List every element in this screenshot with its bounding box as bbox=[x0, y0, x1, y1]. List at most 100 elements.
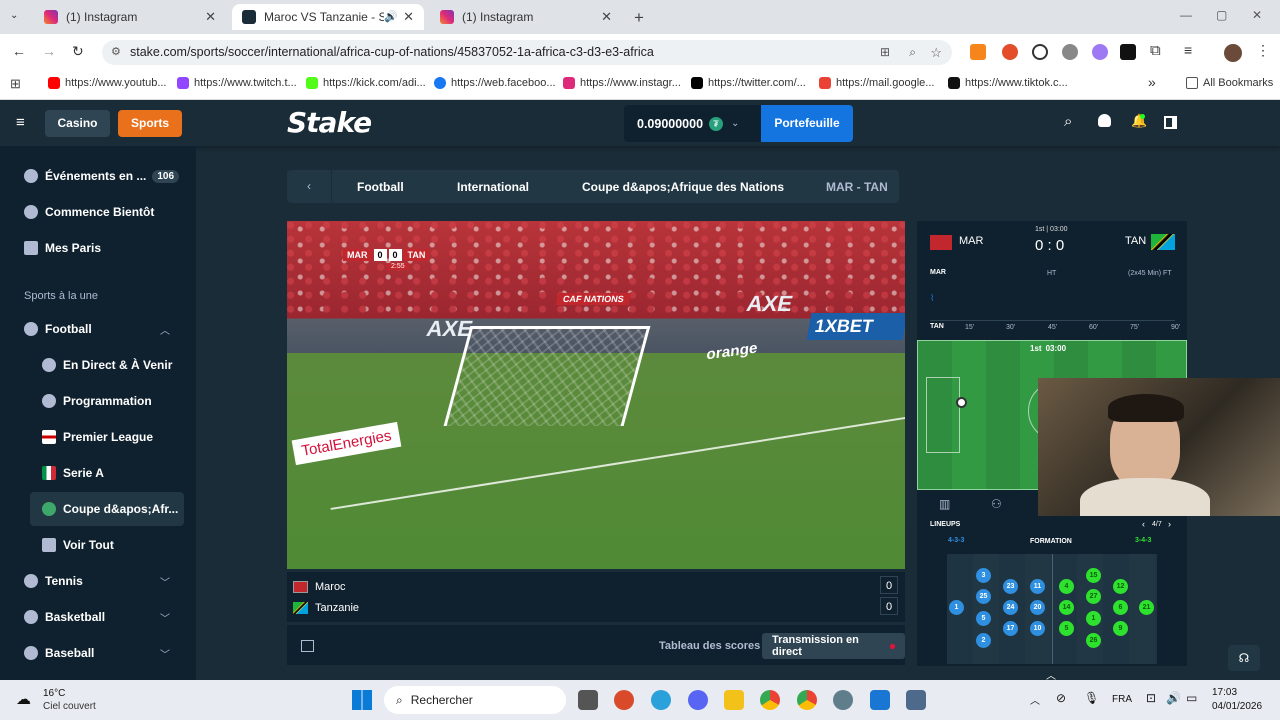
player-home[interactable]: 20 bbox=[1030, 600, 1045, 615]
sidebar-sub-afcon[interactable]: Coupe d&apos;Afr... bbox=[42, 502, 178, 516]
back-icon[interactable]: ← bbox=[12, 43, 26, 59]
zoom-icon[interactable]: ⌕ bbox=[909, 40, 916, 65]
user-icon[interactable] bbox=[1098, 114, 1111, 127]
player-away[interactable]: 26 bbox=[1086, 633, 1101, 648]
sidebar-sub-schedule[interactable]: Programmation bbox=[42, 394, 152, 408]
player-away[interactable]: 1 bbox=[1086, 611, 1101, 626]
site-info-icon[interactable]: ⚙ bbox=[111, 40, 121, 65]
media-icon[interactable]: ≡ bbox=[1184, 42, 1192, 58]
metamask-icon[interactable] bbox=[970, 44, 986, 60]
sidebar-sub-live-upcoming[interactable]: En Direct & À Venir bbox=[42, 358, 172, 372]
extension-icon[interactable] bbox=[1062, 44, 1078, 60]
apps-icon[interactable]: ⊞ bbox=[10, 76, 21, 92]
betslip-icon[interactable] bbox=[1164, 116, 1177, 129]
bookmark-facebook[interactable]: https://web.faceboo... bbox=[434, 77, 556, 89]
tab-scoreboard[interactable]: Tableau des scores bbox=[653, 633, 766, 659]
player-home[interactable]: 25 bbox=[976, 589, 991, 604]
wifi-off-icon[interactable]: ⊘ bbox=[1056, 691, 1066, 705]
tab-live-stream[interactable]: Transmission en direct bbox=[762, 633, 905, 659]
sports-button[interactable]: Sports bbox=[118, 110, 182, 137]
player-away[interactable]: 15 bbox=[1086, 568, 1101, 583]
prev-icon[interactable]: ‹ bbox=[1142, 519, 1145, 529]
player-home[interactable]: 24 bbox=[1003, 600, 1018, 615]
avatar[interactable] bbox=[1224, 44, 1242, 62]
sidebar-item-baseball[interactable]: Baseball bbox=[24, 646, 94, 660]
player-home[interactable]: 5 bbox=[976, 611, 991, 626]
player-away[interactable]: 14 bbox=[1059, 600, 1074, 615]
weather-icon[interactable]: ☁ bbox=[16, 690, 31, 708]
task-view-icon[interactable] bbox=[578, 690, 598, 710]
chevron-down-icon[interactable]: ﹀ bbox=[160, 646, 170, 661]
player-away[interactable]: 4 bbox=[1059, 579, 1074, 594]
player-home[interactable]: 17 bbox=[1003, 621, 1018, 636]
player-away[interactable]: 5 bbox=[1059, 621, 1074, 636]
extension-icon[interactable] bbox=[1032, 44, 1048, 60]
player-home[interactable]: 1 bbox=[949, 600, 964, 615]
close-icon[interactable]: ✕ bbox=[205, 9, 216, 25]
player-away[interactable]: 12 bbox=[1113, 579, 1128, 594]
windows-start-icon[interactable] bbox=[352, 690, 372, 710]
player-away[interactable]: 27 bbox=[1086, 589, 1101, 604]
breadcrumb-afcon[interactable]: Coupe d&apos;Afrique des Nations bbox=[582, 180, 784, 194]
breadcrumb-international[interactable]: International bbox=[457, 180, 529, 194]
sidebar-sub-serie-a[interactable]: Serie A bbox=[42, 466, 104, 480]
tab-instagram-1[interactable]: (1) Instagram ✕ bbox=[34, 4, 226, 30]
bookmark-gmail[interactable]: https://mail.google... bbox=[819, 77, 934, 89]
tab-stake[interactable]: Maroc VS Tanzanie - Stake.c 🔊 ✕ bbox=[232, 4, 424, 30]
player-home[interactable]: 23 bbox=[1003, 579, 1018, 594]
sidebar-item-live[interactable]: Événements en ... 106 bbox=[24, 169, 180, 183]
sidebar-sub-premier-league[interactable]: Premier League bbox=[42, 430, 153, 444]
live-video-player[interactable]: MAR 0 0 TAN 2:55 CAF NATIONS AXE AXE ora… bbox=[287, 221, 905, 569]
search-icon[interactable]: ⌕ bbox=[1064, 113, 1072, 130]
maximize-icon[interactable]: ▢ bbox=[1216, 8, 1227, 22]
back-chevron-icon[interactable]: ‹ bbox=[287, 170, 332, 203]
player-home[interactable]: 11 bbox=[1030, 579, 1045, 594]
bookmark-tiktok[interactable]: https://www.tiktok.c... bbox=[948, 77, 1068, 89]
all-bookmarks[interactable]: All Bookmarks bbox=[1186, 77, 1273, 89]
chrome-icon[interactable] bbox=[797, 690, 817, 710]
telegram-icon[interactable] bbox=[651, 690, 671, 710]
network-icon[interactable]: ⊡ bbox=[1146, 691, 1156, 705]
reload-icon[interactable]: ↻ bbox=[72, 43, 84, 60]
discord-icon[interactable] bbox=[688, 690, 708, 710]
stake-logo[interactable]: Stake bbox=[287, 106, 372, 139]
calculator-icon[interactable] bbox=[906, 690, 926, 710]
chevron-down-icon[interactable]: ﹀ bbox=[160, 574, 170, 589]
pip-icon[interactable] bbox=[301, 640, 314, 652]
player-home[interactable]: 10 bbox=[1030, 621, 1045, 636]
sidebar-item-my-bets[interactable]: Mes Paris bbox=[24, 241, 101, 255]
sidebar-item-tennis[interactable]: Tennis bbox=[24, 574, 83, 588]
url-bar[interactable]: ⚙ stake.com/sports/soccer/international/… bbox=[102, 40, 952, 65]
volume-icon[interactable]: 🔊 bbox=[1166, 691, 1181, 705]
extension-icon[interactable] bbox=[1120, 44, 1136, 60]
bookmark-kick[interactable]: https://kick.com/adi... bbox=[306, 77, 426, 89]
player-home[interactable]: 3 bbox=[976, 568, 991, 583]
extension-icon[interactable] bbox=[1002, 44, 1018, 60]
chevron-down-icon[interactable]: ﹀ bbox=[160, 610, 170, 625]
chevron-up-icon[interactable]: ︿ bbox=[160, 322, 170, 337]
tab-search-icon[interactable]: ⌄ bbox=[10, 10, 18, 21]
language-indicator[interactable]: FRA bbox=[1112, 694, 1132, 705]
app-icon[interactable] bbox=[614, 690, 634, 710]
menu-icon[interactable]: ⋮ bbox=[1256, 42, 1270, 59]
balance-selector[interactable]: 0.09000000 ₮ ⌄ bbox=[624, 105, 761, 142]
player-home[interactable]: 2 bbox=[976, 633, 991, 648]
bookmark-twitter[interactable]: https://twitter.com/... bbox=[691, 77, 806, 89]
clock-date[interactable]: 04/01/2026 bbox=[1212, 701, 1262, 712]
sidebar-item-starting-soon[interactable]: Commence Bientôt bbox=[24, 205, 154, 219]
chrome-icon[interactable] bbox=[760, 690, 780, 710]
star-icon[interactable]: ☆ bbox=[930, 40, 942, 65]
breadcrumb-football[interactable]: Football bbox=[357, 180, 404, 194]
file-explorer-icon[interactable] bbox=[724, 690, 744, 710]
battery-icon[interactable]: ▭ bbox=[1186, 691, 1197, 705]
bookmarks-overflow[interactable]: » bbox=[1148, 74, 1156, 90]
new-tab-button[interactable]: + bbox=[634, 8, 644, 28]
player-away[interactable]: 21 bbox=[1139, 600, 1154, 615]
sidebar-sub-view-all[interactable]: Voir Tout bbox=[42, 538, 114, 552]
store-icon[interactable] bbox=[870, 690, 890, 710]
tray-chevron-icon[interactable]: ︿ bbox=[1030, 692, 1040, 707]
clock-time[interactable]: 17:03 bbox=[1212, 687, 1237, 698]
bookmark-youtube[interactable]: https://www.youtub... bbox=[48, 77, 167, 89]
wallet-button[interactable]: Portefeuille bbox=[761, 105, 853, 142]
close-icon[interactable]: ✕ bbox=[403, 9, 414, 25]
